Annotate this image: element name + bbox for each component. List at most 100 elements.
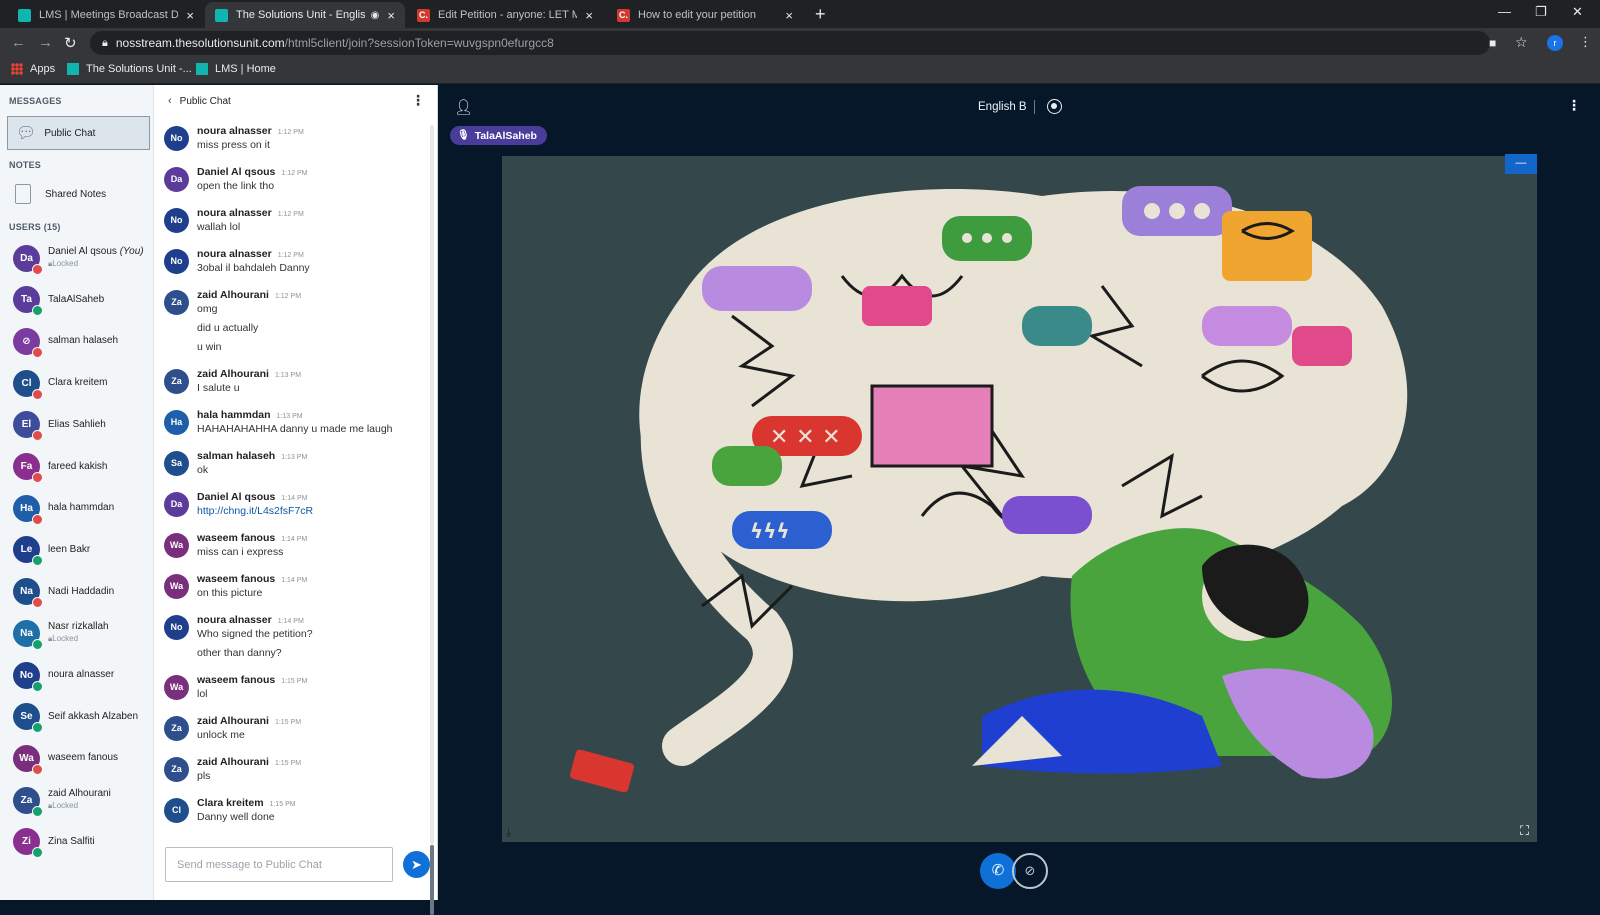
user-name-block: Zina Salfiti <box>48 836 95 848</box>
bookmark-solutions-unit[interactable]: The Solutions Unit -... <box>67 63 192 75</box>
chat-scrollbar-thumb[interactable] <box>430 845 434 915</box>
reload-button[interactable]: ↻ <box>64 34 77 52</box>
minimize-presentation-button[interactable]: — <box>1505 154 1537 174</box>
chat-scrollbar-track[interactable] <box>430 125 434 845</box>
avatar: Le <box>13 536 43 567</box>
browser-tab-solutions-unit[interactable]: The Solutions Unit - English B ◉ × <box>205 2 405 28</box>
back-button[interactable]: ← <box>11 34 26 51</box>
user-name-block: Daniel Al qsous (You) 🔒︎Locked <box>48 246 144 270</box>
user-item[interactable]: Le leen Bakr <box>13 535 90 567</box>
avatar: Za <box>164 757 189 782</box>
microphone-icon: 🎙︎ <box>457 130 470 141</box>
close-window-button[interactable]: ✕ <box>1572 4 1583 20</box>
message-header: noura alnasser 1:12 PM <box>197 248 304 260</box>
forward-button[interactable]: → <box>38 34 53 51</box>
user-item[interactable]: Za zaid Alhourani 🔒︎Locked <box>13 785 111 817</box>
message-author: salman halaseh <box>197 450 276 462</box>
message-header: noura alnasser 1:14 PM <box>197 614 304 626</box>
message-text: Who signed the petition? <box>197 628 313 640</box>
user-item[interactable]: Wa waseem fanous <box>13 743 119 775</box>
send-message-button[interactable]: ➤ <box>403 851 430 878</box>
avatar: Da <box>13 244 43 275</box>
bookmark-star-icon[interactable]: ☆ <box>1515 34 1528 51</box>
user-name-block: Seif akkash Alzaben <box>48 711 138 723</box>
user-list-panel: MESSAGES 💬︎ Public Chat NOTES Shared Not… <box>0 85 154 900</box>
message-link[interactable]: http://chng.it/L4s2fsF7cR <box>197 505 313 517</box>
user-item[interactable]: Da Daniel Al qsous (You) 🔒︎Locked <box>13 243 144 275</box>
change-org-icon: C. <box>417 8 430 22</box>
fullscreen-icon[interactable]: ⛶ <box>1520 823 1529 839</box>
avatar: Wa <box>13 744 43 775</box>
user-item[interactable]: Zi Zina Salfiti <box>13 827 95 859</box>
message-time: 1:12 PM <box>281 170 308 177</box>
lms-icon <box>18 8 31 22</box>
avatar: Za <box>164 716 189 741</box>
chat-bubble-icon: 💬︎ <box>16 125 37 142</box>
avatar: Za <box>164 369 189 394</box>
chat-header[interactable]: ‹ Public Chat <box>154 85 438 117</box>
close-icon[interactable]: × <box>186 8 194 23</box>
you-tag: (You) <box>119 246 144 257</box>
user-name: waseem fanous <box>48 752 119 764</box>
close-icon[interactable]: × <box>585 8 593 23</box>
avatar: No <box>164 249 189 274</box>
user-item[interactable]: Na Nadi Haddadin <box>13 577 115 609</box>
bookmark-apps[interactable]: Apps <box>11 63 55 75</box>
options-menu-icon[interactable]: ⋮ <box>1567 98 1581 112</box>
user-item[interactable]: Cl Clara kreitem <box>13 368 107 400</box>
message-author: waseem fanous <box>197 573 276 585</box>
message-author: zaid Alhourani <box>197 368 269 380</box>
message-time: 1:12 PM <box>277 211 304 218</box>
public-chat-item[interactable]: 💬︎ Public Chat <box>7 116 150 150</box>
minimize-window-button[interactable]: — <box>1498 4 1511 19</box>
bookmark-label: The Solutions Unit -... <box>86 63 192 75</box>
camera-off-button[interactable]: ⊘ <box>1012 853 1048 889</box>
browser-tab-bar: LMS | Meetings Broadcast Details × The S… <box>0 0 1600 28</box>
new-tab-button[interactable]: + <box>815 4 826 25</box>
message-time: 1:12 PM <box>277 252 304 259</box>
restore-window-button[interactable]: ❐ <box>1535 4 1547 20</box>
bookmark-lms-home[interactable]: LMS | Home <box>196 63 276 75</box>
user-item[interactable]: ⊘ salman halaseh <box>13 326 118 358</box>
user-name: Nadi Haddadin <box>48 585 115 597</box>
download-icon[interactable]: ⤓ <box>506 825 511 840</box>
browser-tab-lms[interactable]: LMS | Meetings Broadcast Details × <box>8 2 204 28</box>
presence-status-icon <box>32 805 43 817</box>
message-text: wallah lol <box>197 221 241 233</box>
user-item[interactable]: Ha hala hammdan <box>13 493 114 525</box>
user-item[interactable]: Ta TalaAlSaheb <box>13 285 104 317</box>
shared-notes-item[interactable]: Shared Notes <box>15 184 106 204</box>
phone-audio-button[interactable]: ✆ <box>980 853 1016 889</box>
user-item[interactable]: Fa fareed kakish <box>13 452 108 483</box>
message-text: 3obal il bahdaleh Danny <box>197 262 310 274</box>
chevron-left-icon[interactable]: ‹ <box>168 95 172 107</box>
user-item[interactable]: Se Seif akkash Alzaben <box>13 702 138 734</box>
user-name-block: zaid Alhourani 🔒︎Locked <box>48 788 111 812</box>
chat-message-input[interactable] <box>165 847 393 882</box>
user-item[interactable]: El Elias Sahlieh <box>13 410 106 442</box>
recording-icon[interactable] <box>1047 99 1062 114</box>
url-field[interactable]: 🔒︎ nosstream.thesolutionsunit.com/html5c… <box>90 31 1490 55</box>
browser-menu-icon[interactable]: ⋮ <box>1579 34 1592 50</box>
message-time: 1:13 PM <box>276 413 303 420</box>
user-name-block: Elias Sahlieh <box>48 419 106 431</box>
profile-avatar[interactable]: r <box>1547 35 1563 51</box>
avatar: Za <box>164 290 189 315</box>
notes-document-icon <box>15 184 31 204</box>
apps-grid-icon <box>11 63 23 75</box>
browser-tab-how-to-edit[interactable]: C. How to edit your petition × <box>607 2 803 28</box>
close-icon[interactable]: × <box>785 8 793 23</box>
presentation-area: 👤︎ English B ⋮ 🎙︎ TalaAlSaheb ✕ ✕ ✕ ϟϟϟ … <box>438 85 1600 900</box>
user-item[interactable]: Na Nasr rizkallah 🔒︎Locked <box>13 618 109 650</box>
camera-icon[interactable]: ■ <box>1489 36 1496 50</box>
message-time: 1:15 PM <box>281 678 308 685</box>
avatar: No <box>13 661 43 692</box>
user-name: fareed kakish <box>48 460 108 472</box>
user-icon[interactable]: 👤︎ <box>454 98 473 116</box>
user-item[interactable]: No noura alnasser <box>13 660 114 692</box>
browser-tab-edit-petition[interactable]: C. Edit Petition - anyone: LET MISS T × <box>407 2 603 28</box>
close-icon[interactable]: × <box>387 8 395 23</box>
chat-options-icon[interactable]: ⋮ <box>411 93 425 107</box>
meeting-title: English B <box>978 101 1027 113</box>
tab-title: Edit Petition - anyone: LET MISS T <box>438 9 578 21</box>
